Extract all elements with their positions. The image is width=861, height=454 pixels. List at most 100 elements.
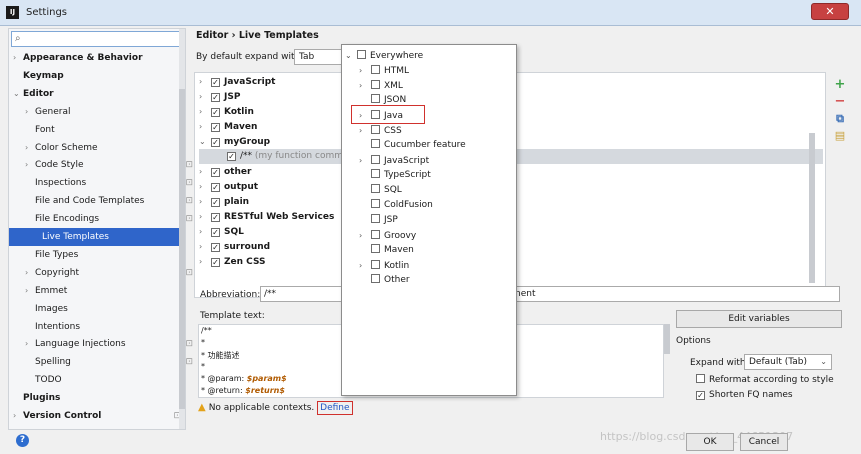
template-checkbox[interactable]: ✓ — [211, 123, 220, 132]
context-item-xml[interactable]: › XML — [359, 78, 403, 93]
template-group[interactable]: › ✓ SQL — [199, 224, 244, 239]
context-checkbox[interactable] — [371, 139, 380, 148]
context-checkbox[interactable] — [371, 274, 380, 283]
template-checkbox[interactable]: ✓ — [211, 228, 220, 237]
chevron-icon: › — [25, 142, 29, 152]
template-checkbox[interactable]: ✓ — [211, 243, 220, 252]
sidebar-item[interactable]: › Code Style ⊡ — [25, 156, 197, 174]
chevron-icon: › — [359, 156, 363, 165]
template-group[interactable]: › ✓ Kotlin — [199, 104, 254, 119]
context-checkbox[interactable] — [357, 50, 366, 59]
context-checkbox[interactable] — [371, 94, 380, 103]
template-group[interactable]: › ✓ Maven — [199, 119, 257, 134]
description-input[interactable]: nent — [510, 286, 840, 302]
template-checkbox[interactable]: ✓ — [211, 168, 220, 177]
help-icon[interactable]: ? — [16, 434, 29, 447]
context-item-maven[interactable]: Maven — [359, 243, 414, 258]
context-item-html[interactable]: › HTML — [359, 63, 409, 78]
context-item-css[interactable]: › CSS — [359, 123, 402, 138]
sidebar-item[interactable]: Images — [25, 300, 197, 318]
cancel-button[interactable]: Cancel — [740, 433, 788, 451]
context-checkbox[interactable] — [371, 169, 380, 178]
expand-with-select[interactable]: Default (Tab) ⌄ — [744, 354, 832, 370]
template-checkbox[interactable]: ✓ — [211, 258, 220, 267]
sidebar-item[interactable]: › Version Control ⊡ — [13, 407, 185, 425]
template-group[interactable]: ⌄ ✓ myGroup — [199, 134, 270, 149]
context-checkbox[interactable] — [371, 80, 380, 89]
shorten-fq-option[interactable]: ✓ Shorten FQ names — [696, 390, 793, 400]
context-item-sql[interactable]: SQL — [359, 183, 402, 198]
template-checkbox[interactable]: ✓ — [211, 213, 220, 222]
context-checkbox[interactable] — [371, 65, 380, 74]
template-group[interactable]: › ✓ surround — [199, 239, 270, 254]
templates-scrollbar[interactable] — [809, 133, 815, 283]
template-checkbox[interactable]: ✓ — [211, 78, 220, 87]
abbreviation-input[interactable]: /** — [260, 286, 342, 302]
sidebar-item[interactable]: File Encodings ⊡ — [25, 210, 197, 228]
template-checkbox[interactable]: ✓ — [211, 138, 220, 147]
context-item-groovy[interactable]: › Groovy — [359, 228, 416, 243]
template-group[interactable]: › ✓ Zen CSS — [199, 254, 266, 269]
sidebar-item[interactable]: › Language Injections ⊡ — [25, 335, 197, 353]
chevron-icon: › — [359, 126, 363, 135]
template-checkbox[interactable]: ✓ — [211, 93, 220, 102]
sidebar-item[interactable]: › Emmet — [25, 282, 197, 300]
context-item-kotlin[interactable]: › Kotlin — [359, 258, 409, 273]
context-item-cucumber-feature[interactable]: Cucumber feature — [359, 138, 466, 153]
ok-button[interactable]: OK — [686, 433, 734, 451]
context-checkbox[interactable] — [371, 184, 380, 193]
sidebar-item[interactable]: › Copyright ⊡ — [25, 264, 197, 282]
sidebar-scrollbar[interactable] — [179, 29, 185, 429]
shorten-fq-checkbox[interactable]: ✓ — [696, 391, 705, 400]
context-checkbox[interactable] — [371, 260, 380, 269]
reformat-checkbox[interactable] — [696, 374, 705, 383]
add-template-button[interactable]: + — [830, 76, 850, 93]
sidebar-item[interactable]: Inspections ⊡ — [25, 174, 197, 192]
close-button[interactable]: ✕ — [811, 3, 849, 20]
sidebar-item[interactable]: Plugins — [13, 389, 185, 407]
sidebar-item[interactable]: File Types — [25, 246, 197, 264]
context-item-typescript[interactable]: TypeScript — [359, 168, 431, 183]
context-item-coldfusion[interactable]: ColdFusion — [359, 198, 433, 213]
template-group[interactable]: › ✓ plain — [199, 194, 249, 209]
sidebar-item[interactable]: › Appearance & Behavior — [13, 49, 185, 67]
template-checkbox[interactable]: ✓ — [211, 183, 220, 192]
template-group[interactable]: › ✓ JSP — [199, 89, 240, 104]
template-text-scrollbar[interactable] — [664, 324, 670, 354]
copy-template-button[interactable]: ⧉ — [830, 110, 850, 127]
template-checkbox[interactable]: ✓ — [211, 198, 220, 207]
sidebar-item[interactable]: File and Code Templates ⊡ — [25, 192, 197, 210]
context-checkbox[interactable] — [371, 214, 380, 223]
sidebar-item[interactable]: Spelling ⊡ — [25, 353, 197, 371]
context-item-jsp[interactable]: JSP — [359, 213, 398, 228]
context-item-everywhere[interactable]: ⌄ Everywhere — [345, 48, 423, 63]
context-checkbox[interactable] — [371, 199, 380, 208]
sidebar-item[interactable]: Intentions — [25, 318, 197, 336]
template-group[interactable]: › ✓ JavaScript — [199, 74, 275, 89]
context-checkbox[interactable] — [371, 230, 380, 239]
context-item-other[interactable]: Other — [359, 273, 410, 288]
sidebar-item[interactable]: › General — [25, 103, 197, 121]
context-checkbox[interactable] — [371, 155, 380, 164]
remove-template-button[interactable]: − — [830, 93, 850, 110]
template-group[interactable]: › ✓ other — [199, 164, 251, 179]
template-checkbox[interactable]: ✓ — [227, 152, 236, 161]
define-context-link[interactable]: Define — [317, 401, 353, 415]
reformat-option[interactable]: Reformat according to style — [696, 374, 834, 385]
context-checkbox[interactable] — [371, 125, 380, 134]
template-group[interactable]: › ✓ output — [199, 179, 258, 194]
template-checkbox[interactable]: ✓ — [211, 108, 220, 117]
sidebar-item[interactable]: Font — [25, 121, 197, 139]
sidebar-item[interactable]: › Color Scheme — [25, 139, 197, 157]
sidebar-item[interactable]: Keymap — [13, 67, 185, 85]
template-group[interactable]: › ✓ RESTful Web Services — [199, 209, 334, 224]
sidebar-item-label: Keymap — [23, 70, 64, 81]
edit-variables-button[interactable]: Edit variables — [676, 310, 842, 328]
sidebar-item[interactable]: Live Templates — [9, 228, 181, 246]
restore-template-button[interactable]: ▤ — [830, 127, 850, 144]
settings-search-input[interactable]: ⌕ — [11, 31, 183, 47]
context-item-javascript[interactable]: › JavaScript — [359, 153, 429, 168]
sidebar-item[interactable]: ⌄ Editor — [13, 85, 185, 103]
sidebar-item[interactable]: TODO — [25, 371, 197, 389]
context-checkbox[interactable] — [371, 244, 380, 253]
